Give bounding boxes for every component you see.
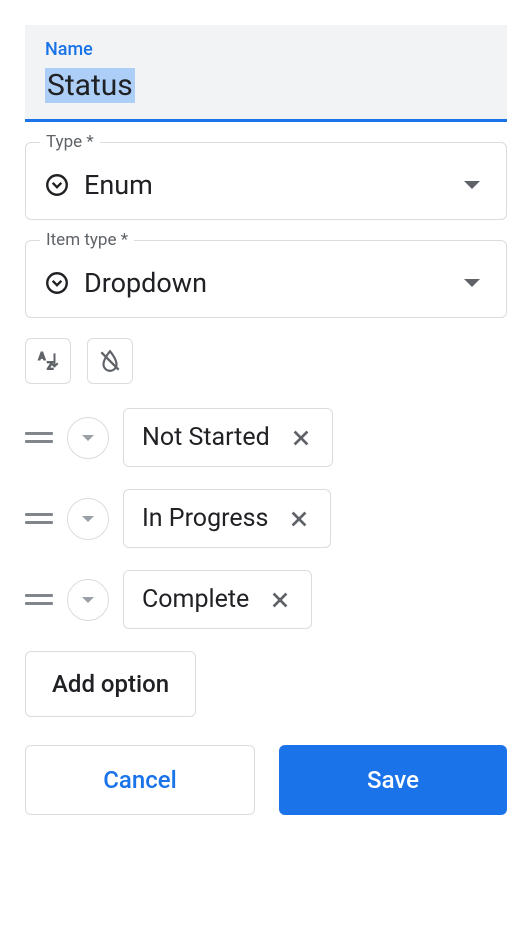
option-label: Not Started bbox=[142, 423, 270, 452]
svg-text:Z: Z bbox=[47, 360, 54, 373]
options-toolbar: A Z bbox=[25, 338, 507, 384]
chevron-down-icon bbox=[82, 435, 94, 441]
name-field-container[interactable]: Name Status bbox=[25, 25, 507, 122]
item-type-select-value: Dropdown bbox=[84, 267, 450, 299]
type-select-label: Type * bbox=[40, 132, 100, 152]
option-chip[interactable]: Complete bbox=[123, 570, 312, 629]
type-select[interactable]: Type * Enum bbox=[25, 142, 507, 220]
type-select-value: Enum bbox=[84, 169, 450, 201]
chevron-down-icon bbox=[464, 279, 480, 287]
option-row: In Progress bbox=[25, 489, 507, 548]
save-button[interactable]: Save bbox=[279, 745, 507, 815]
chevron-down-icon bbox=[82, 597, 94, 603]
option-chip[interactable]: Not Started bbox=[123, 408, 333, 467]
footer-buttons: Cancel Save bbox=[25, 745, 507, 815]
option-chip[interactable]: In Progress bbox=[123, 489, 331, 548]
remove-option-button[interactable] bbox=[288, 425, 314, 451]
drag-handle-icon[interactable] bbox=[25, 432, 53, 443]
option-color-picker[interactable] bbox=[67, 498, 109, 540]
item-type-select-label: Item type * bbox=[40, 230, 134, 250]
drag-handle-icon[interactable] bbox=[25, 594, 53, 605]
svg-text:A: A bbox=[38, 350, 46, 363]
sort-alpha-button[interactable]: A Z bbox=[25, 338, 71, 384]
remove-option-button[interactable] bbox=[286, 506, 312, 532]
drag-handle-icon[interactable] bbox=[25, 513, 53, 524]
option-label: In Progress bbox=[142, 504, 268, 533]
option-row: Not Started bbox=[25, 408, 507, 467]
name-field-label: Name bbox=[45, 39, 487, 60]
option-row: Complete bbox=[25, 570, 507, 629]
add-option-button[interactable]: Add option bbox=[25, 651, 196, 717]
dropdown-type-icon bbox=[44, 270, 70, 296]
options-list: Not Started In Progress Complete bbox=[25, 408, 507, 629]
option-color-picker[interactable] bbox=[67, 579, 109, 621]
option-label: Complete bbox=[142, 585, 249, 614]
chevron-down-icon bbox=[82, 516, 94, 522]
remove-option-button[interactable] bbox=[267, 587, 293, 613]
color-off-button[interactable] bbox=[87, 338, 133, 384]
item-type-select[interactable]: Item type * Dropdown bbox=[25, 240, 507, 318]
enum-type-icon bbox=[44, 172, 70, 198]
cancel-button[interactable]: Cancel bbox=[25, 745, 255, 815]
name-field-value[interactable]: Status bbox=[45, 68, 135, 103]
chevron-down-icon bbox=[464, 181, 480, 189]
option-color-picker[interactable] bbox=[67, 417, 109, 459]
